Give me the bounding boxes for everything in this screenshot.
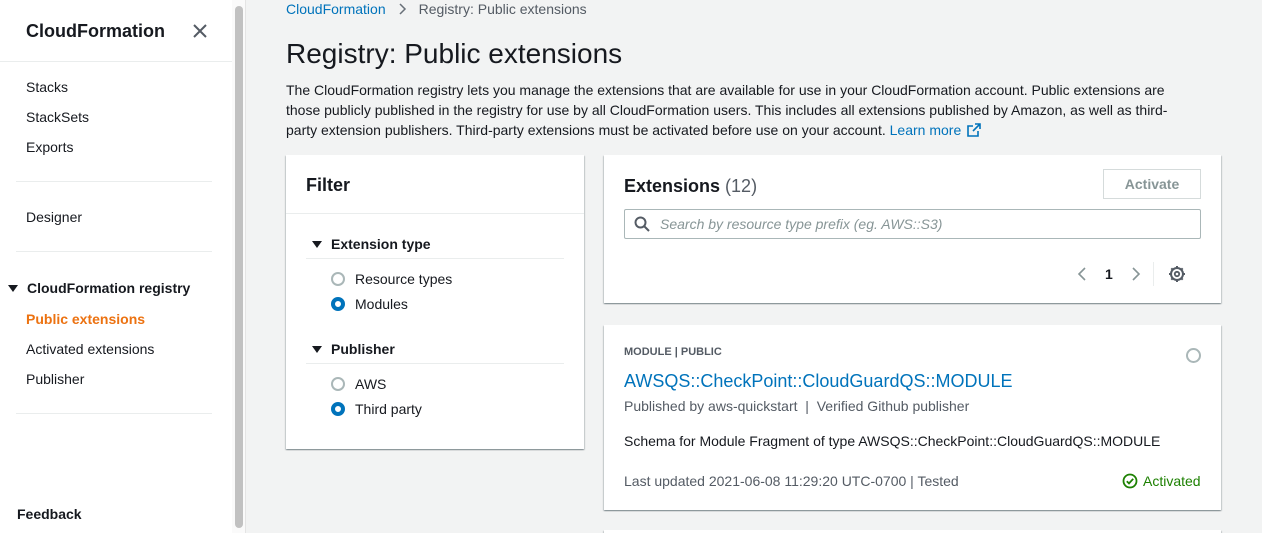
radio-modules[interactable]: Modules (331, 296, 408, 312)
breadcrumb: CloudFormation Registry: Public extensio… (286, 1, 587, 17)
divider (306, 363, 564, 364)
status-label: Activated (1143, 473, 1201, 489)
divider (16, 181, 212, 182)
search-input[interactable] (660, 216, 1180, 232)
extensions-title-label: Extensions (624, 176, 721, 196)
sidebar-item-designer[interactable]: Designer (26, 209, 82, 225)
extension-description: Schema for Module Fragment of type AWSQS… (624, 433, 1161, 449)
activate-button[interactable]: Activate (1103, 169, 1201, 199)
radio-label: AWS (355, 376, 387, 392)
feedback-link[interactable]: Feedback (17, 506, 82, 522)
filter-title: Filter (286, 155, 584, 214)
main-content: CloudFormation Registry: Public extensio… (247, 0, 1262, 533)
radio-button[interactable] (331, 377, 345, 391)
learn-more-link[interactable]: Learn more (890, 122, 982, 138)
close-icon[interactable] (191, 22, 209, 40)
search-box[interactable] (624, 209, 1201, 239)
status-badge: Activated (1122, 473, 1201, 489)
extension-publisher: Published by aws-quickstart | Verified G… (624, 398, 970, 414)
sidebar-scrollbar[interactable] (232, 0, 246, 533)
sidebar-item-publisher[interactable]: Publisher (26, 371, 84, 387)
sidebar-item-activated-extensions[interactable]: Activated extensions (26, 341, 154, 357)
breadcrumb-current: Registry: Public extensions (418, 1, 587, 17)
divider (306, 258, 564, 259)
radio-third-party[interactable]: Third party (331, 401, 422, 417)
extensions-count: (12) (725, 176, 758, 196)
page-description: The CloudFormation registry lets you man… (286, 80, 1196, 140)
caret-down-icon (8, 284, 18, 292)
sidebar-item-stacks[interactable]: Stacks (26, 79, 68, 95)
publisher-toggle[interactable]: Publisher (312, 341, 395, 357)
breadcrumb-root[interactable]: CloudFormation (286, 1, 386, 17)
radio-button-selected[interactable] (331, 297, 345, 311)
pagination: 1 (1077, 262, 1186, 286)
chevron-right-icon[interactable] (1131, 266, 1141, 282)
scrollbar-thumb[interactable] (235, 6, 243, 528)
radio-label: Third party (355, 401, 422, 417)
divider (0, 61, 232, 62)
divider (16, 251, 212, 252)
sidebar-item-public-extensions[interactable]: Public extensions (26, 311, 145, 327)
sidebar-item-exports[interactable]: Exports (26, 139, 73, 155)
external-link-icon (967, 123, 982, 137)
extension-name-link[interactable]: AWSQS::CheckPoint::CloudGuardQS::MODULE (624, 371, 1012, 392)
filter-panel: Filter Extension type Resource types Mod… (286, 155, 584, 449)
radio-label: Modules (355, 296, 408, 312)
side-navigation: CloudFormation Stacks StackSets Exports … (0, 0, 232, 533)
chevron-left-icon[interactable] (1077, 266, 1087, 282)
radio-aws[interactable]: AWS (331, 376, 386, 392)
radio-resource-types[interactable]: Resource types (331, 271, 452, 287)
settings-gear-icon[interactable] (1168, 265, 1186, 283)
chevron-right-icon (399, 3, 406, 15)
sidebar-title[interactable]: CloudFormation (26, 21, 165, 42)
learn-more-label: Learn more (889, 122, 962, 138)
publisher-label: Publisher (331, 341, 395, 357)
divider (1152, 262, 1154, 286)
search-icon (634, 216, 650, 232)
page-number[interactable]: 1 (1105, 266, 1113, 282)
check-circle-icon (1122, 473, 1138, 489)
sidebar-item-stacksets[interactable]: StackSets (26, 109, 89, 125)
extensions-title: Extensions (12) (624, 176, 757, 197)
caret-down-icon (312, 240, 322, 248)
divider (16, 413, 212, 414)
extension-type-label: Extension type (331, 236, 431, 252)
page-title: Registry: Public extensions (286, 38, 623, 69)
caret-down-icon (312, 345, 322, 353)
description-text: The CloudFormation registry lets you man… (286, 82, 1168, 138)
extension-kind: MODULE | PUBLIC (624, 346, 722, 358)
radio-label: Resource types (355, 271, 453, 287)
extension-card: MODULE | PUBLIC AWSQS::CheckPoint::Cloud… (604, 325, 1221, 510)
radio-button-selected[interactable] (331, 402, 345, 416)
sidebar-section-label: CloudFormation registry (27, 280, 191, 296)
extension-updated: Last updated 2021-06-08 11:29:20 UTC-070… (624, 473, 959, 489)
extensions-panel: Extensions (12) Activate 1 (604, 155, 1221, 303)
radio-button[interactable] (331, 272, 345, 286)
extension-type-toggle[interactable]: Extension type (312, 236, 431, 252)
extension-select-radio[interactable] (1186, 348, 1201, 363)
sidebar-section-registry[interactable]: CloudFormation registry (8, 280, 190, 296)
